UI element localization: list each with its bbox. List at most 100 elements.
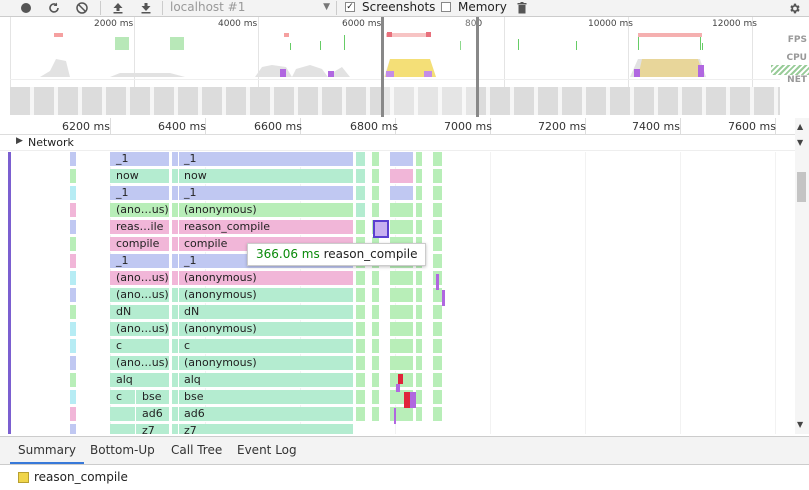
flame-event[interactable]	[433, 237, 443, 252]
flame-event[interactable]	[416, 288, 423, 303]
flame-event[interactable]	[356, 407, 366, 422]
flame-sliver[interactable]	[172, 288, 179, 303]
clear-button[interactable]	[72, 0, 92, 16]
flame-event[interactable]	[372, 322, 380, 337]
reload-button[interactable]	[44, 0, 64, 16]
flame-event[interactable]	[390, 339, 414, 354]
flame-sliver[interactable]	[172, 152, 179, 167]
flame-sliver[interactable]	[172, 203, 179, 218]
flame-sliver[interactable]	[70, 152, 77, 167]
flame-event[interactable]: (anonymous)	[178, 288, 354, 303]
flame-event[interactable]: (ano…us)	[110, 356, 170, 371]
flame-sliver[interactable]	[70, 390, 77, 405]
flame-event[interactable]	[433, 203, 443, 218]
flame-event[interactable]	[390, 271, 414, 286]
flame-event[interactable]	[390, 203, 414, 218]
flame-event[interactable]	[416, 390, 423, 405]
flame-event[interactable]	[416, 220, 423, 235]
timeline-overview[interactable]: 2000 ms 4000 ms 6000 ms 800 10000 ms 120…	[10, 17, 809, 117]
flame-sliver[interactable]	[70, 305, 77, 320]
flame-sliver[interactable]	[70, 424, 77, 434]
flame-event-mark[interactable]	[436, 274, 439, 290]
flame-event[interactable]: dN	[110, 305, 170, 320]
flame-sliver[interactable]	[70, 373, 77, 388]
flame-sliver[interactable]	[70, 254, 77, 269]
tab-call-tree[interactable]: Call Tree	[163, 437, 230, 464]
flame-event[interactable]: now	[110, 169, 170, 184]
tab-summary[interactable]: Summary	[10, 437, 84, 464]
flame-event[interactable]: c	[178, 339, 354, 354]
flame-sliver[interactable]	[70, 339, 77, 354]
flame-event[interactable]	[356, 271, 366, 286]
flame-event[interactable]	[372, 288, 380, 303]
flame-sliver[interactable]	[172, 339, 179, 354]
flame-event-mark[interactable]	[442, 290, 445, 306]
flame-sliver[interactable]	[172, 186, 179, 201]
flame-event[interactable]	[356, 288, 366, 303]
flame-event[interactable]	[433, 407, 443, 422]
flame-sliver[interactable]	[70, 407, 77, 422]
flame-sliver[interactable]	[70, 186, 77, 201]
flame-event[interactable]: bse	[136, 390, 170, 405]
flame-event[interactable]	[110, 424, 136, 434]
flame-event[interactable]	[390, 152, 414, 167]
flame-event[interactable]: compile	[110, 237, 170, 252]
tab-event-log[interactable]: Event Log	[229, 437, 305, 464]
load-profile-button[interactable]	[108, 0, 128, 16]
save-profile-button[interactable]	[136, 0, 156, 16]
flame-event[interactable]	[110, 407, 136, 422]
flame-event[interactable]	[416, 373, 423, 388]
flame-event[interactable]	[390, 356, 414, 371]
flame-event[interactable]	[416, 322, 423, 337]
flame-event[interactable]: c	[110, 339, 170, 354]
collect-garbage-button[interactable]	[512, 0, 532, 16]
flame-event[interactable]	[433, 390, 443, 405]
flame-event[interactable]	[433, 169, 443, 184]
overview-selection-window[interactable]	[381, 17, 479, 117]
flame-sliver[interactable]	[172, 390, 179, 405]
flame-event[interactable]	[356, 186, 366, 201]
flame-event[interactable]	[416, 169, 423, 184]
flame-event[interactable]	[433, 305, 443, 320]
flame-event[interactable]	[372, 390, 380, 405]
flame-event[interactable]	[416, 339, 423, 354]
flame-sliver[interactable]	[172, 424, 179, 434]
selected-event-highlight[interactable]	[373, 220, 389, 238]
flame-event[interactable]	[372, 339, 380, 354]
flame-event[interactable]	[356, 356, 366, 371]
flame-sliver[interactable]	[172, 356, 179, 371]
flame-event[interactable]: bse	[178, 390, 354, 405]
flame-event[interactable]	[433, 152, 443, 167]
flame-event-mark[interactable]	[398, 374, 403, 384]
flame-sliver[interactable]	[70, 271, 77, 286]
flame-event[interactable]	[433, 254, 443, 269]
flame-event[interactable]: _1	[110, 152, 170, 167]
flame-sliver[interactable]	[172, 169, 179, 184]
flame-event[interactable]	[390, 186, 414, 201]
record-button[interactable]	[16, 0, 36, 16]
flame-event[interactable]	[433, 373, 443, 388]
flame-event[interactable]: (ano…us)	[110, 203, 170, 218]
flame-event[interactable]	[416, 271, 423, 286]
flame-sliver[interactable]	[70, 356, 77, 371]
flame-event[interactable]	[356, 305, 366, 320]
target-select[interactable]: localhost #1 ▼	[164, 0, 332, 15]
flame-event[interactable]	[433, 186, 443, 201]
flame-sliver[interactable]	[70, 169, 77, 184]
flame-event[interactable]: (anonymous)	[178, 322, 354, 337]
flame-sliver[interactable]	[70, 220, 77, 235]
flame-sliver[interactable]	[172, 305, 179, 320]
flame-event[interactable]	[390, 220, 414, 235]
tab-bottom-up[interactable]: Bottom-Up	[82, 437, 163, 464]
flame-event[interactable]: _1	[178, 186, 354, 201]
flame-event[interactable]	[416, 305, 423, 320]
flame-event[interactable]	[416, 186, 423, 201]
flame-event[interactable]	[356, 373, 366, 388]
flame-event[interactable]	[372, 271, 380, 286]
scrollbar-thumb[interactable]	[797, 172, 806, 202]
flame-event[interactable]: (ano…us)	[110, 271, 170, 286]
flame-event[interactable]	[433, 356, 443, 371]
flame-event[interactable]	[433, 339, 443, 354]
flame-event[interactable]	[390, 169, 414, 184]
flame-sliver[interactable]	[70, 288, 77, 303]
